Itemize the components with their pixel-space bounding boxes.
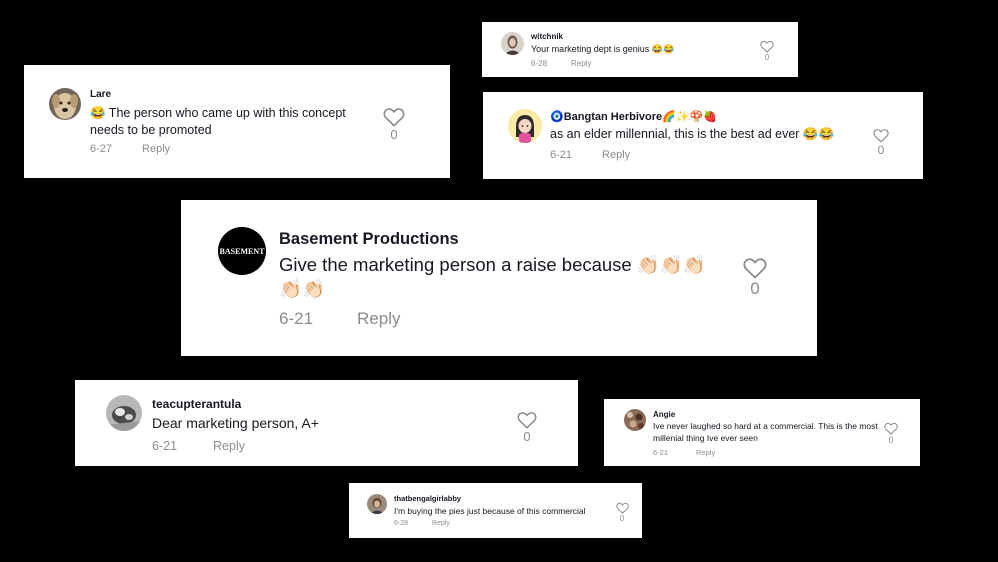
comment-meta: 6-21 Reply [653, 448, 715, 457]
comment-username[interactable]: teacupterantula [152, 397, 241, 411]
like-button[interactable]: 0 [758, 40, 776, 62]
comment-username[interactable]: 🧿Bangtan Herbivore🌈✨🍄🍓 [550, 110, 717, 123]
like-count: 0 [764, 53, 770, 62]
user-avatar[interactable] [624, 409, 646, 431]
comment-card: 🧿Bangtan Herbivore🌈✨🍄🍓 as an elder mille… [483, 92, 923, 179]
comment-username[interactable]: witchnik [531, 32, 563, 41]
comment-card: BASEMENT Basement Productions Give the m… [181, 200, 817, 356]
avatar-logo-text: BASEMENT [220, 247, 266, 256]
user-avatar[interactable] [367, 494, 387, 514]
heart-icon [884, 422, 898, 435]
comment-date: 6-28 [394, 520, 409, 527]
comment-username[interactable]: Basement Productions [279, 230, 459, 249]
heart-icon [743, 258, 767, 279]
reply-button[interactable]: Reply [571, 59, 591, 68]
comment-meta: 6-28 Reply [394, 520, 450, 527]
heart-icon [517, 412, 537, 429]
comment-text: Give the marketing person a raise becaus… [279, 254, 706, 300]
like-count: 0 [877, 143, 885, 157]
dog-avatar[interactable] [49, 88, 81, 120]
comment-text: as an elder millennial, this is the best… [550, 127, 835, 141]
reply-button[interactable]: Reply [357, 309, 400, 328]
comment-card: Lare 😂 The person who came up with this … [24, 65, 450, 178]
reply-button[interactable]: Reply [696, 448, 715, 457]
comment-username[interactable]: thatbengalgirlabby [394, 494, 461, 503]
comment-card: thatbengalgirlabby I'm buying the pies j… [349, 483, 642, 538]
like-button[interactable]: 0 [742, 257, 768, 299]
comment-card: teacupterantula Dear marketing person, A… [75, 380, 578, 466]
like-count: 0 [523, 429, 531, 444]
comment-date: 6-21 [653, 448, 669, 457]
like-count: 0 [390, 127, 398, 142]
reply-button[interactable]: Reply [142, 143, 170, 155]
basement-logo-avatar[interactable]: BASEMENT [218, 227, 266, 275]
like-count: 0 [888, 435, 894, 445]
heart-icon [873, 129, 889, 143]
comment-meta: 6-27 Reply [90, 143, 170, 155]
comment-meta: 6-21 Reply [550, 149, 630, 161]
comment-username[interactable]: Lare [90, 89, 111, 100]
like-button[interactable]: 0 [515, 411, 539, 444]
cartoon-girl-avatar[interactable] [508, 109, 542, 143]
reply-button[interactable]: Reply [602, 149, 630, 161]
like-count: 0 [750, 279, 760, 298]
comment-date: 6-28 [531, 59, 548, 68]
comment-text: I'm buying the pies just because of this… [394, 506, 586, 516]
comment-meta: 6-28 Reply [531, 59, 591, 68]
reply-button[interactable]: Reply [432, 520, 450, 527]
reply-button[interactable]: Reply [213, 439, 245, 453]
like-button[interactable]: 0 [870, 128, 892, 157]
comment-card: Angie Ive never laughed so hard at a com… [604, 399, 920, 466]
comment-meta: 6-21 Reply [152, 439, 245, 453]
comment-meta: 6-21 Reply [279, 309, 401, 329]
comment-text: Dear marketing person, A+ [152, 415, 319, 431]
comment-text: Ive never laughed so hard at a commercia… [653, 421, 878, 443]
user-avatar[interactable] [106, 395, 142, 431]
like-button[interactable]: 0 [382, 107, 406, 142]
heart-icon [615, 502, 629, 514]
comment-date: 6-21 [152, 439, 178, 453]
comment-text: Your marketing dept is genius 😂😂 [531, 44, 675, 54]
comment-date: 6-21 [550, 149, 573, 161]
heart-icon [760, 40, 774, 53]
comment-text: 😂 The person who came up with this conce… [90, 106, 346, 137]
like-count: 0 [619, 514, 625, 523]
comment-username[interactable]: Angie [653, 410, 675, 419]
like-button[interactable]: 0 [883, 422, 899, 445]
user-avatar[interactable] [501, 32, 524, 55]
comment-date: 6-27 [90, 143, 113, 155]
like-button[interactable]: 0 [614, 502, 630, 523]
heart-icon [383, 108, 405, 127]
comment-card: witchnik Your marketing dept is genius 😂… [482, 22, 798, 77]
comment-date: 6-21 [279, 309, 314, 328]
